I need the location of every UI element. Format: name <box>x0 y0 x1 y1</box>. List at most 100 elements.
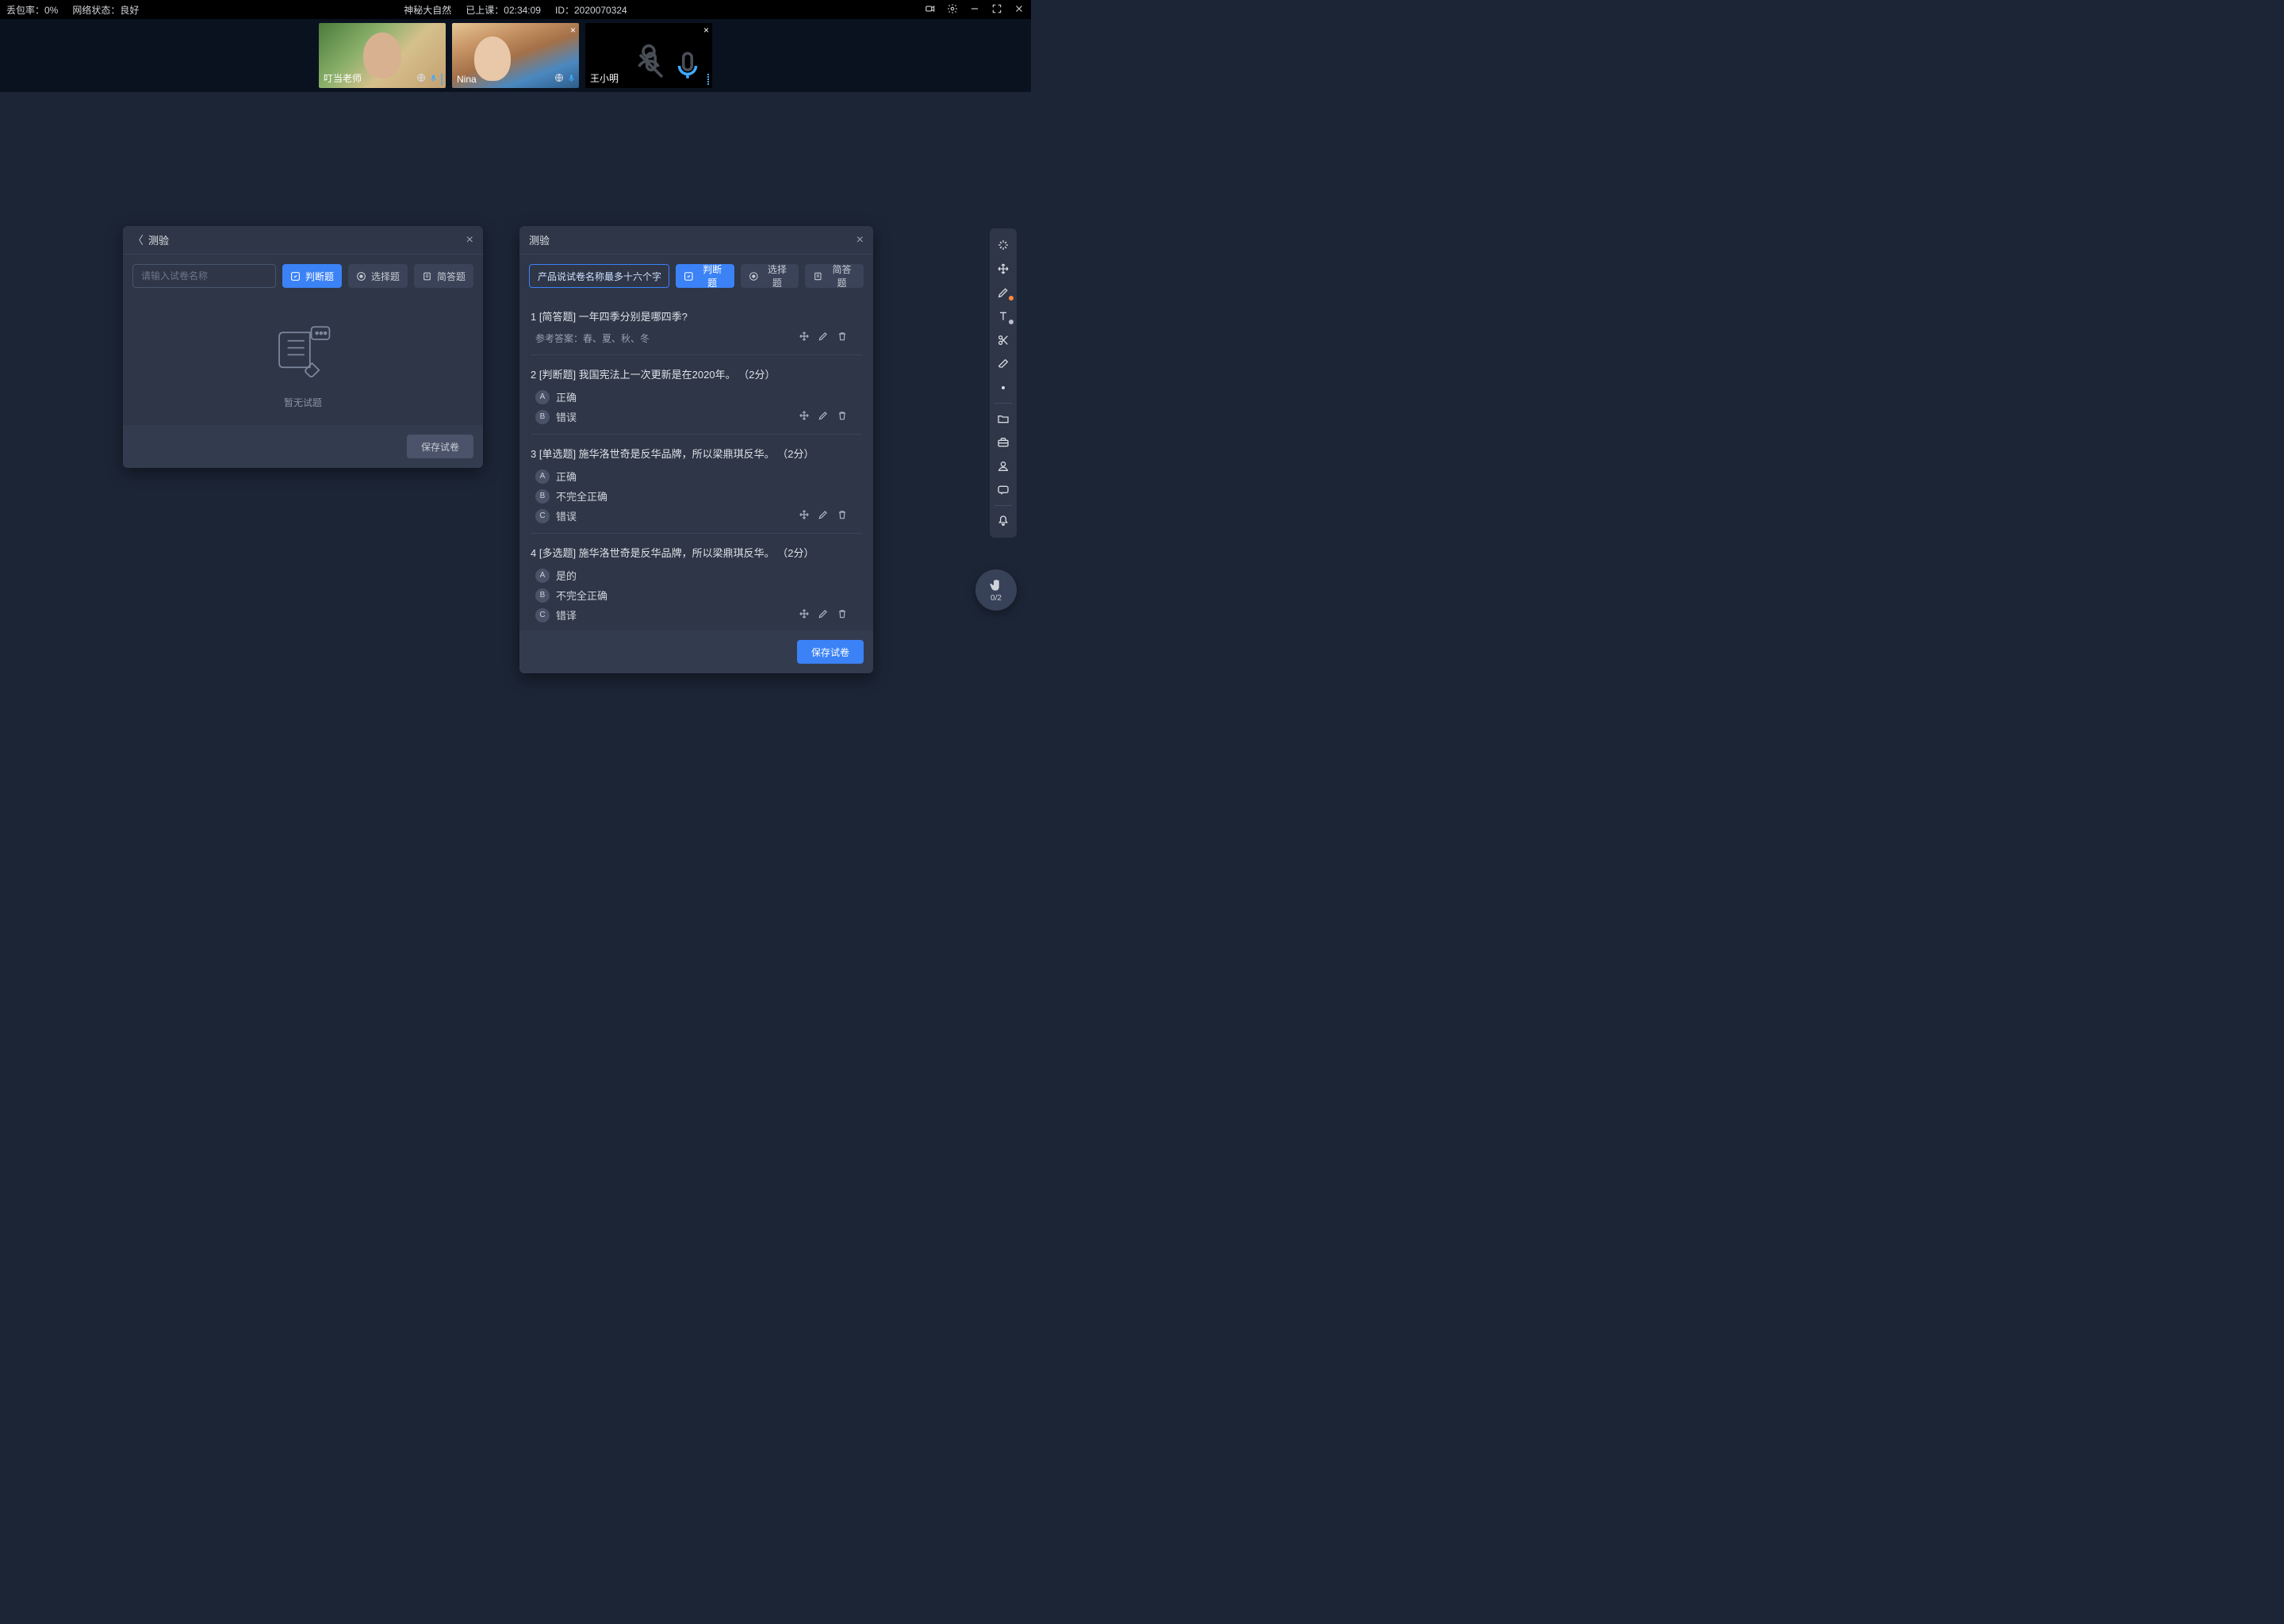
choice-question-button[interactable]: 选择题 <box>348 264 408 288</box>
panel-close-icon[interactable]: × <box>856 233 864 247</box>
option-label: 不完全正确 <box>556 588 607 603</box>
edit-icon[interactable] <box>818 509 829 520</box>
question-title: 1 [简答题] 一年四季分别是哪四季? <box>531 308 862 324</box>
quiz-panel-empty: 〈 测验 × 判断题 选择题 简答题 暂无试题 保 <box>123 226 483 468</box>
btn-label: 简答题 <box>828 262 856 289</box>
chat-icon[interactable] <box>990 478 1017 502</box>
short-answer-button[interactable]: 简答题 <box>414 264 473 288</box>
question-list[interactable]: 1 [简答题] 一年四季分别是哪四季? 参考答案：春、夏、秋、冬 2 [判断题]… <box>519 297 873 630</box>
move-icon[interactable] <box>799 410 810 421</box>
minimize-icon[interactable] <box>969 3 980 17</box>
fullscreen-icon[interactable] <box>991 3 1002 17</box>
question-option[interactable]: A 正确 <box>535 389 862 404</box>
user-icon[interactable] <box>990 454 1017 478</box>
choice-question-button[interactable]: 选择题 <box>741 264 799 288</box>
tile-close-icon[interactable]: × <box>703 25 709 36</box>
hand-icon <box>989 578 1003 592</box>
move-icon[interactable] <box>799 331 810 342</box>
scissors-tool-icon[interactable] <box>990 328 1017 352</box>
course-title: 神秘大自然 <box>404 3 451 17</box>
panel-title: 测验 <box>529 232 856 247</box>
panel-close-icon[interactable]: × <box>466 233 473 247</box>
tile-close-icon[interactable]: × <box>570 25 576 36</box>
toolbox-icon[interactable] <box>990 431 1017 454</box>
btn-label: 选择题 <box>763 262 791 289</box>
elapsed-time: 已上课：02:34:09 <box>466 3 541 17</box>
judge-question-button[interactable]: 判断题 <box>282 264 342 288</box>
participant-name: Nina <box>457 74 477 85</box>
text-tool-icon[interactable] <box>990 304 1017 328</box>
option-chip: A <box>535 390 550 404</box>
pen-tool-icon[interactable] <box>990 281 1017 304</box>
network-icon <box>416 73 426 85</box>
mic-icon <box>567 74 576 85</box>
hand-count: 0/2 <box>991 594 1002 603</box>
option-chip: A <box>535 569 550 583</box>
btn-label: 保存试卷 <box>421 440 459 454</box>
bell-icon[interactable] <box>990 509 1017 533</box>
folder-icon[interactable] <box>990 407 1017 431</box>
mic-icon <box>429 74 438 85</box>
question-option[interactable]: B 错误 <box>535 409 862 424</box>
save-paper-button[interactable]: 保存试卷 <box>407 435 473 458</box>
save-paper-button[interactable]: 保存试卷 <box>797 640 864 664</box>
camera-toggle-icon[interactable] <box>925 3 936 17</box>
mic-muted-icon <box>634 49 668 85</box>
participant-name: 王小明 <box>590 71 619 85</box>
option-label: 是的 <box>556 568 577 583</box>
option-label: 不完全正确 <box>556 488 607 504</box>
option-chip: C <box>535 509 550 523</box>
question-option[interactable]: C 错译 <box>535 607 862 622</box>
close-window-icon[interactable] <box>1014 3 1025 17</box>
volume-bars <box>441 74 443 85</box>
question-item: 1 [简答题] 一年四季分别是哪四季? 参考答案：春、夏、秋、冬 <box>531 297 862 355</box>
btn-label: 判断题 <box>699 262 726 289</box>
mic-icon <box>671 49 704 85</box>
btn-label: 保存试卷 <box>811 645 849 659</box>
eraser-tool-icon[interactable] <box>990 352 1017 376</box>
paper-name-input[interactable] <box>132 264 276 288</box>
delete-icon[interactable] <box>837 410 848 421</box>
delete-icon[interactable] <box>837 331 848 342</box>
edit-icon[interactable] <box>818 410 829 421</box>
short-answer-button[interactable]: 简答题 <box>805 264 864 288</box>
video-tile[interactable]: × 王小明 <box>585 23 712 88</box>
settings-icon[interactable] <box>947 3 958 17</box>
question-item: 2 [判断题] 我国宪法上一次更新是在2020年。 （2分） A 正确 B 错误 <box>531 355 862 435</box>
move-icon[interactable] <box>799 509 810 520</box>
question-option[interactable]: A 是的 <box>535 568 862 583</box>
question-option[interactable]: B 不完全正确 <box>535 488 862 504</box>
edit-icon[interactable] <box>818 608 829 619</box>
paper-name-input[interactable] <box>529 264 669 288</box>
question-option[interactable]: B 不完全正确 <box>535 588 862 603</box>
delete-icon[interactable] <box>837 509 848 520</box>
video-tile[interactable]: 叮当老师 <box>319 23 446 88</box>
option-label: 正确 <box>556 389 577 404</box>
move-tool-icon[interactable] <box>990 257 1017 281</box>
cursor-tool-icon[interactable] <box>990 233 1017 257</box>
volume-bars <box>707 74 709 85</box>
empty-state: 暂无试题 <box>123 297 483 425</box>
move-icon[interactable] <box>799 608 810 619</box>
empty-illustration-icon <box>268 320 338 383</box>
back-icon[interactable]: 〈 <box>132 232 144 248</box>
participant-name: 叮当老师 <box>324 71 362 85</box>
hand-raise-button[interactable]: 0/2 <box>975 569 1017 611</box>
judge-question-button[interactable]: 判断题 <box>676 264 734 288</box>
option-label: 错误 <box>556 409 577 424</box>
edit-icon[interactable] <box>818 331 829 342</box>
empty-text: 暂无试题 <box>284 396 322 409</box>
reference-answer: 参考答案：春、夏、秋、冬 <box>535 331 862 345</box>
option-label: 正确 <box>556 469 577 484</box>
laser-tool-icon[interactable] <box>990 376 1017 400</box>
option-label: 错译 <box>556 607 577 622</box>
panel-title: 测验 <box>148 232 466 247</box>
quiz-panel: 测验 × 判断题 选择题 简答题 1 [简答题] 一年四季分别是哪四季? 参考答… <box>519 226 873 673</box>
question-option[interactable]: A 正确 <box>535 469 862 484</box>
video-tile[interactable]: × Nina <box>452 23 579 88</box>
btn-label: 简答题 <box>437 270 466 283</box>
delete-icon[interactable] <box>837 608 848 619</box>
question-item: 3 [单选题] 施华洛世奇是反华品牌，所以梁鼎琪反华。 （2分） A 正确 B … <box>531 435 862 534</box>
option-label: 错误 <box>556 508 577 523</box>
question-option[interactable]: C 错误 <box>535 508 862 523</box>
